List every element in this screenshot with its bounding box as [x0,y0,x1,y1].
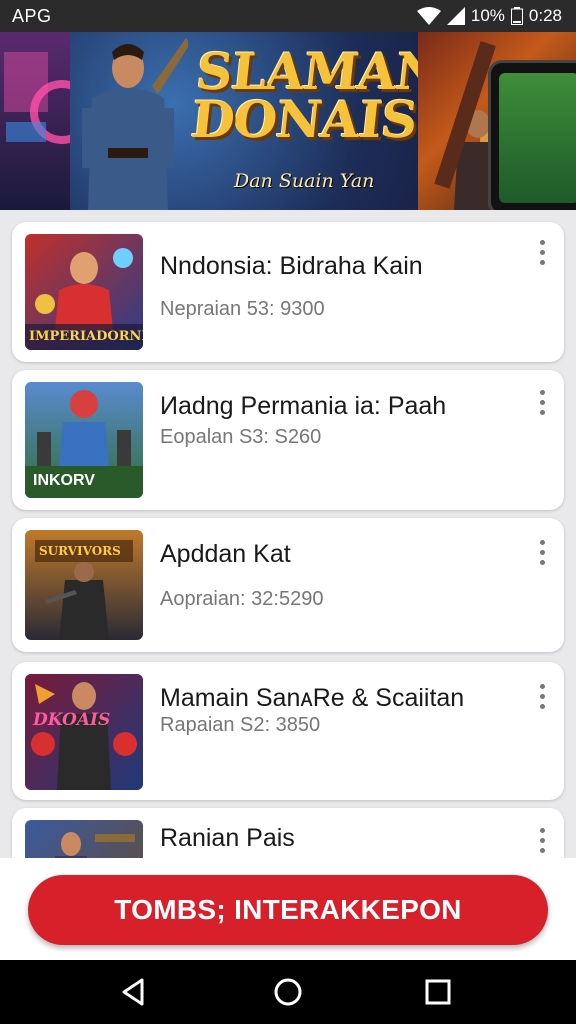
status-bar: APG 10% 0:28 [0,0,576,32]
game-thumbnail: SURVIVORS [25,530,143,640]
interaction-button[interactable]: TOMBS; INTERAKKEPON [28,875,548,945]
promo-banner[interactable]: SLAMAN DONAIS! Dan Suain Yan [0,32,576,210]
thumb-caption: IMPERIADORNI [29,329,143,344]
game-title: Apddan Kat [160,540,291,568]
clock: 0:28 [528,6,562,25]
recents-icon[interactable] [422,976,454,1008]
neon-sign-art [0,32,94,210]
back-icon[interactable] [118,976,150,1008]
banner-title-line-2: DONAIS! [188,90,441,149]
game-title: Nndonsia: Bidraha Kain [160,252,423,280]
more-options-icon[interactable] [536,240,548,270]
game-subtitle: Aopraian: 32:5290 [160,588,324,610]
bottom-action-bar: TOMBS; INTERAKKEPON [0,858,576,960]
more-options-icon[interactable] [536,390,548,420]
battery-icon [510,7,523,25]
signal-icon [446,7,465,25]
thumb-caption: INKORV [33,472,95,489]
game-subtitle: Nepraian 53: 9300 [160,298,325,320]
list-item[interactable]: INKORV Иadng Permania ia: Paah Eopalan S… [12,370,564,510]
hero-character-art [82,38,188,210]
game-subtitle: Rapaian S2: 3850 [160,714,321,736]
list-item[interactable]: IMPERIADORNI Nndonsia: Bidraha Kain Nepr… [12,222,564,362]
game-thumbnail: DKOAIS [25,674,143,790]
status-icons: 10% 0:28 [416,6,562,26]
navigation-bar [0,960,576,1024]
more-options-icon[interactable] [536,828,548,858]
banner-subtitle: Dan Suain Yan [234,170,375,192]
list-item[interactable]: SURVIVORS Apddan Kat Aopraian: 32:5290 [12,518,564,652]
list-item[interactable]: DKOAIS Mamain SanᴀRe & Scaiitan Rapaian … [12,662,564,800]
thumb-caption: SURVIVORS [39,544,121,558]
home-icon[interactable] [272,976,304,1008]
thumb-caption: DKOAIS [33,710,111,730]
game-title: Mamain SanᴀRe & Scaiitan [160,684,465,712]
banner-title: SLAMAN DONAIS! [188,42,444,149]
phone-art [488,60,576,210]
wifi-icon [416,7,441,25]
game-title: Ranian Pais [160,824,295,852]
banner-title-line-1: SLAMAN [193,42,444,101]
battery-percent: 10% [470,6,505,25]
game-title: Иadng Permania ia: Paah [160,392,447,420]
carrier-label: APG [12,6,52,26]
game-thumbnail: IMPERIADORNI [25,234,143,350]
game-thumbnail: INKORV [25,382,143,498]
more-options-icon[interactable] [536,540,548,570]
game-subtitle: Eopalan S3: S260 [160,426,322,448]
more-options-icon[interactable] [536,684,548,714]
